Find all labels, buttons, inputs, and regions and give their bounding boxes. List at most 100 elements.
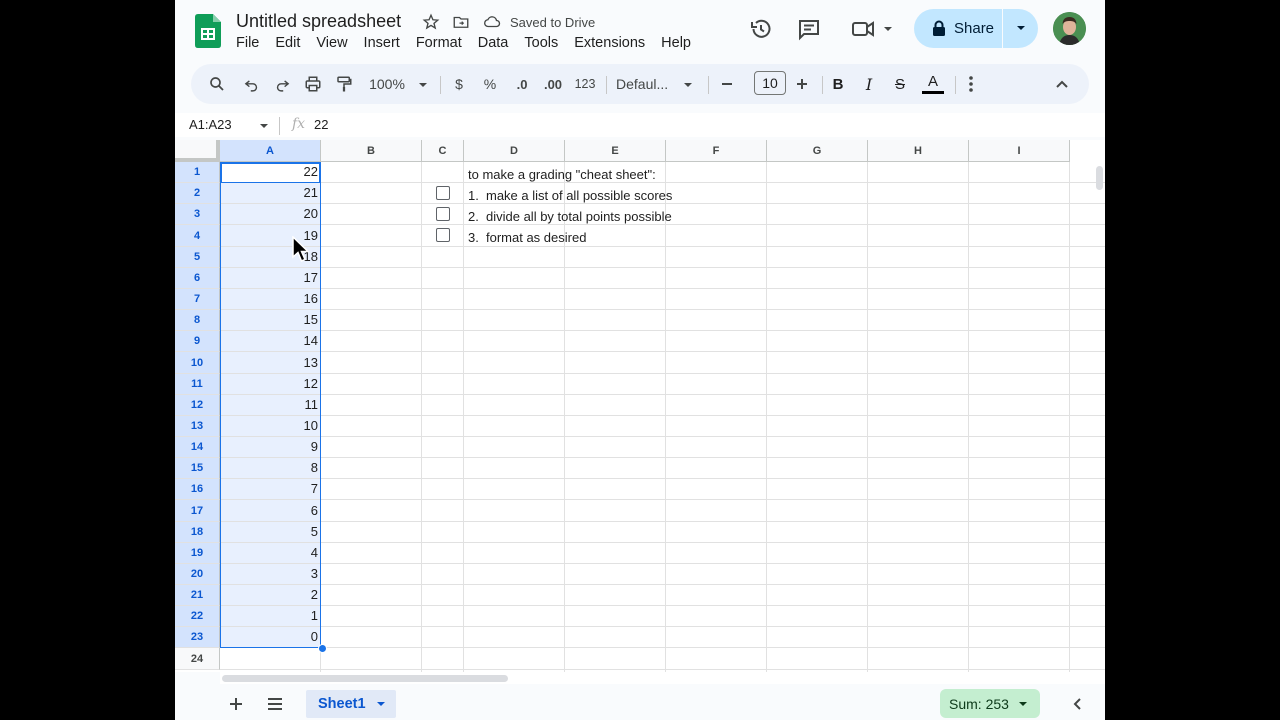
cell-a[interactable]: 10 [221, 416, 321, 436]
row-header[interactable]: 20 [175, 564, 220, 585]
checkbox[interactable] [436, 186, 450, 200]
row-header[interactable]: 21 [175, 585, 220, 606]
cell-a[interactable]: 6 [221, 500, 321, 521]
row-header[interactable]: 15 [175, 458, 220, 479]
row-header[interactable]: 6 [175, 268, 220, 289]
avatar[interactable] [1053, 12, 1086, 45]
row-header[interactable]: 8 [175, 310, 220, 331]
column-header-b[interactable]: B [321, 140, 422, 162]
row-header[interactable]: 9 [175, 331, 220, 352]
cell-a[interactable]: 12 [221, 374, 321, 394]
cell-a[interactable]: 2 [221, 585, 321, 605]
collapse-menus-icon[interactable] [1052, 64, 1072, 104]
share-dropdown-icon[interactable] [1016, 24, 1026, 32]
column-header-i[interactable]: I [969, 140, 1070, 162]
currency-format-button[interactable]: $ [449, 64, 469, 104]
menu-view[interactable]: View [316, 35, 355, 51]
fill-handle[interactable] [318, 644, 327, 653]
zoom-select[interactable]: 100% [365, 64, 409, 104]
horizontal-scrollbar[interactable] [222, 675, 508, 682]
more-options-icon[interactable] [961, 64, 981, 104]
document-title[interactable]: Untitled spreadsheet [236, 11, 401, 32]
move-folder-icon[interactable] [452, 13, 470, 31]
menu-extensions[interactable]: Extensions [574, 35, 653, 51]
row-header[interactable]: 22 [175, 606, 220, 627]
italic-button[interactable]: I [859, 64, 879, 104]
select-all-corner[interactable] [175, 140, 220, 162]
decrease-decimal-button[interactable]: .0 [509, 64, 535, 104]
star-icon[interactable] [422, 13, 440, 31]
undo-icon[interactable] [241, 64, 261, 104]
row-header[interactable]: 23 [175, 627, 220, 648]
row-header[interactable]: 1 [175, 162, 220, 183]
cell-a[interactable]: 13 [221, 352, 321, 373]
font-select[interactable]: Defaul... [616, 64, 678, 104]
row-header[interactable]: 12 [175, 395, 220, 416]
cell-a[interactable]: 16 [221, 289, 321, 309]
menu-insert[interactable]: Insert [364, 35, 408, 51]
row-header[interactable]: 11 [175, 374, 220, 395]
font-dropdown-icon[interactable] [683, 81, 693, 89]
column-header-e[interactable]: E [565, 140, 666, 162]
menu-edit[interactable]: Edit [275, 35, 308, 51]
cell-a[interactable]: 8 [221, 458, 321, 478]
column-header-d[interactable]: D [464, 140, 565, 162]
spreadsheet-grid[interactable]: A B C D E F G H I 1 22 2 21 3 20 4 19 5 18 6 17 7 16 8 15 9 14 10 13… [175, 140, 1105, 672]
menu-format[interactable]: Format [416, 35, 470, 51]
menu-file[interactable]: File [236, 35, 267, 51]
cell-a[interactable]: 3 [221, 564, 321, 584]
bold-button[interactable]: B [828, 64, 848, 104]
cell-a[interactable]: 22 [221, 162, 321, 182]
sheets-logo-icon[interactable] [195, 14, 221, 48]
cell-a[interactable]: 14 [221, 331, 321, 351]
vertical-scrollbar[interactable] [1096, 166, 1103, 190]
row-header[interactable]: 10 [175, 352, 220, 374]
row-header[interactable]: 18 [175, 522, 220, 543]
column-header-c[interactable]: C [422, 140, 464, 162]
row-header[interactable]: 7 [175, 289, 220, 310]
percent-format-button[interactable]: % [480, 64, 500, 104]
paint-format-icon[interactable] [334, 64, 354, 104]
row-header[interactable]: 16 [175, 479, 220, 500]
font-size-input[interactable]: 10 [754, 71, 786, 95]
cell-a[interactable]: 5 [221, 522, 321, 542]
sum-indicator[interactable]: Sum: 253 [940, 689, 1040, 718]
cell-a[interactable]: 7 [221, 479, 321, 499]
strikethrough-button[interactable]: S [890, 64, 910, 104]
checkbox[interactable] [436, 207, 450, 221]
cell-a[interactable]: 21 [221, 183, 321, 203]
sheet-tab-dropdown-icon[interactable] [376, 700, 386, 708]
name-box-dropdown-icon[interactable] [259, 122, 269, 130]
row-header[interactable]: 4 [175, 225, 220, 247]
search-menus-icon[interactable] [207, 64, 227, 104]
checkbox[interactable] [436, 228, 450, 242]
row-header[interactable]: 5 [175, 247, 220, 268]
cell-a[interactable]: 15 [221, 310, 321, 330]
print-icon[interactable] [303, 64, 323, 104]
name-box[interactable]: A1:A23 [189, 117, 232, 132]
row-header[interactable]: 24 [175, 648, 220, 670]
increase-font-size-button[interactable] [792, 64, 812, 104]
menu-help[interactable]: Help [661, 35, 699, 51]
sheet-tab[interactable]: Sheet1 [306, 690, 396, 718]
cell-a[interactable]: 1 [221, 606, 321, 626]
text-color-button[interactable]: A [921, 64, 945, 104]
sum-dropdown-icon[interactable] [1018, 700, 1028, 708]
row-header[interactable]: 13 [175, 416, 220, 437]
share-button[interactable]: Share [914, 9, 1038, 48]
cell-a[interactable]: 17 [221, 268, 321, 288]
meet-video-icon[interactable] [851, 17, 877, 41]
column-header-a[interactable]: A [220, 140, 321, 162]
column-header-g[interactable]: G [767, 140, 868, 162]
formula-input[interactable]: 22 [314, 117, 328, 132]
chevron-down-icon[interactable] [883, 25, 893, 33]
all-sheets-icon[interactable] [267, 697, 283, 711]
collapse-side-panel-icon[interactable] [1072, 697, 1082, 711]
add-sheet-icon[interactable] [229, 697, 243, 711]
redo-icon[interactable] [272, 64, 292, 104]
menu-data[interactable]: Data [478, 35, 517, 51]
menu-tools[interactable]: Tools [524, 35, 566, 51]
row-header[interactable]: 14 [175, 437, 220, 458]
comments-icon[interactable] [797, 17, 821, 41]
cell-a[interactable]: 0 [221, 627, 321, 647]
